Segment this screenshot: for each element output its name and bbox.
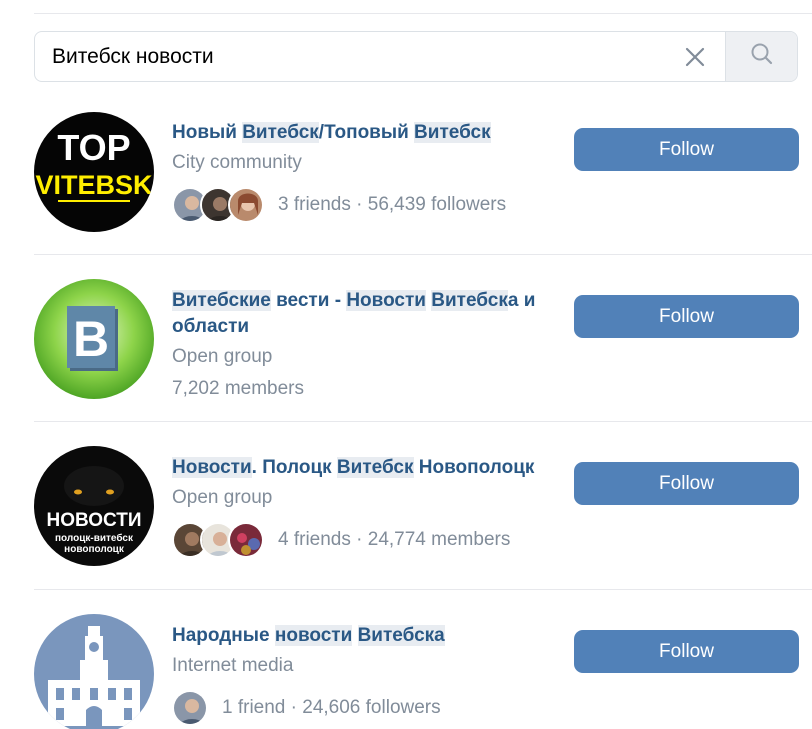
result-info: Народные новости Витебска Internet media… [172, 623, 542, 727]
result-item: НОВОСТИ полоцк-витебск новополоцк Новост… [34, 422, 812, 589]
follow-button[interactable]: Follow [574, 630, 799, 673]
community-name[interactable]: Народные новости Витебска [172, 623, 542, 649]
friends-row: 4 friends · 24,774 members [172, 521, 542, 559]
result-info: Витебские вести - Новости Витебска и обл… [172, 288, 542, 402]
friends-count[interactable]: 4 friends · 24,774 members [278, 529, 510, 551]
name-highlight: Витебска [357, 625, 445, 646]
name-part: Народные [172, 625, 275, 646]
name-part: /Топовый [318, 122, 415, 143]
follow-button[interactable]: Follow [574, 462, 799, 505]
community-avatar[interactable]: НОВОСТИ полоцк-витебск новополоцк [34, 446, 154, 566]
result-info: Новый Витебск/Топовый Витебск City commu… [172, 120, 542, 224]
friend-avatars [172, 187, 264, 223]
friend-avatars [172, 690, 208, 726]
svg-text:TOP: TOP [57, 127, 130, 168]
friends-row: 1 friend · 24,606 followers [172, 689, 542, 727]
community-type: Internet media [172, 655, 294, 676]
search-results-page: TOP VITEBSK Новый Витебск/Топовый Витебс… [0, 0, 812, 729]
name-highlight: Витебск [336, 457, 414, 478]
result-item: TOP VITEBSK Новый Витебск/Топовый Витебс… [34, 108, 812, 254]
name-part: . Полоцк [251, 457, 337, 478]
name-part [352, 625, 357, 646]
members-count[interactable]: 7,202 members [172, 376, 542, 402]
community-type: Open group [172, 487, 273, 508]
friends-count[interactable]: 1 friend · 24,606 followers [222, 697, 441, 719]
name-highlight: Витебск [242, 122, 319, 143]
community-avatar[interactable] [34, 614, 154, 729]
name-highlight: Витебские [172, 290, 271, 311]
community-name[interactable]: Витебские вести - Новости Витебска и обл… [172, 288, 542, 340]
name-highlight: Витебск [414, 122, 491, 143]
search-button[interactable] [725, 32, 797, 81]
follow-button[interactable]: Follow [574, 128, 799, 171]
name-highlight: Новости [172, 457, 252, 478]
friends-count[interactable]: 3 friends · 56,439 followers [278, 194, 506, 216]
svg-text:НОВОСТИ: НОВОСТИ [46, 510, 141, 531]
name-part: Новополоцк [413, 457, 535, 478]
friend-avatar[interactable] [228, 187, 264, 223]
search-input[interactable] [35, 32, 675, 81]
community-name[interactable]: Новый Витебск/Топовый Витебск [172, 120, 542, 146]
result-item: B Витебские вести - Новости Витебска и о… [34, 255, 812, 421]
name-highlight: Витебск [431, 290, 508, 311]
svg-text:B: B [73, 311, 109, 367]
name-part: вести - [270, 290, 347, 311]
community-avatar[interactable]: TOP VITEBSK [34, 112, 154, 232]
result-item: Народные новости Витебска Internet media… [34, 590, 812, 729]
name-highlight: Новости [346, 290, 426, 311]
name-part: Новый [172, 122, 243, 143]
svg-text:полоцк-витебск: полоцк-витебск [55, 532, 134, 544]
friends-row: 3 friends · 56,439 followers [172, 186, 542, 224]
community-avatar[interactable]: B [34, 279, 154, 399]
friend-avatar[interactable] [172, 690, 208, 726]
follow-button[interactable]: Follow [574, 295, 799, 338]
result-info: Новости. Полоцк Витебск Новополоцк Open … [172, 455, 542, 559]
name-highlight: новости [274, 625, 353, 646]
svg-text:новополоцк: новополоцк [64, 544, 125, 555]
community-type: Open group [172, 346, 273, 367]
close-icon[interactable] [683, 45, 707, 69]
svg-text:VITEBSK: VITEBSK [35, 170, 153, 200]
community-name[interactable]: Новости. Полоцк Витебск Новополоцк [172, 455, 542, 481]
community-type: City community [172, 152, 302, 173]
friend-avatar[interactable] [228, 522, 264, 558]
search-icon [749, 41, 775, 72]
friend-avatars [172, 522, 264, 558]
top-divider [34, 13, 812, 14]
search-bar [34, 31, 798, 82]
